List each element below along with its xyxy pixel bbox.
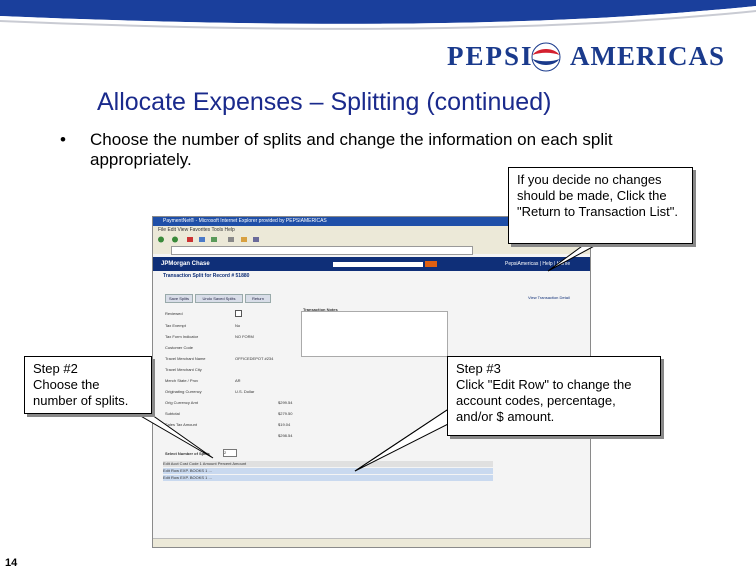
step3-callout: Step #3 Click "Edit Row" to change the a…	[447, 356, 661, 436]
step3-heading: Step #3	[456, 361, 501, 376]
return-callout: If you decide no changes should be made,…	[508, 167, 693, 244]
step2-callout: Step #2 Choose the number of splits.	[24, 356, 152, 414]
step2-heading: Step #2	[33, 361, 78, 376]
callout-pointers	[119, 243, 599, 472]
step3-body: Click "Edit Row" to change the account c…	[456, 377, 632, 424]
step2-body: Choose the number of splits.	[33, 377, 129, 408]
slide-number: 14	[5, 557, 18, 569]
